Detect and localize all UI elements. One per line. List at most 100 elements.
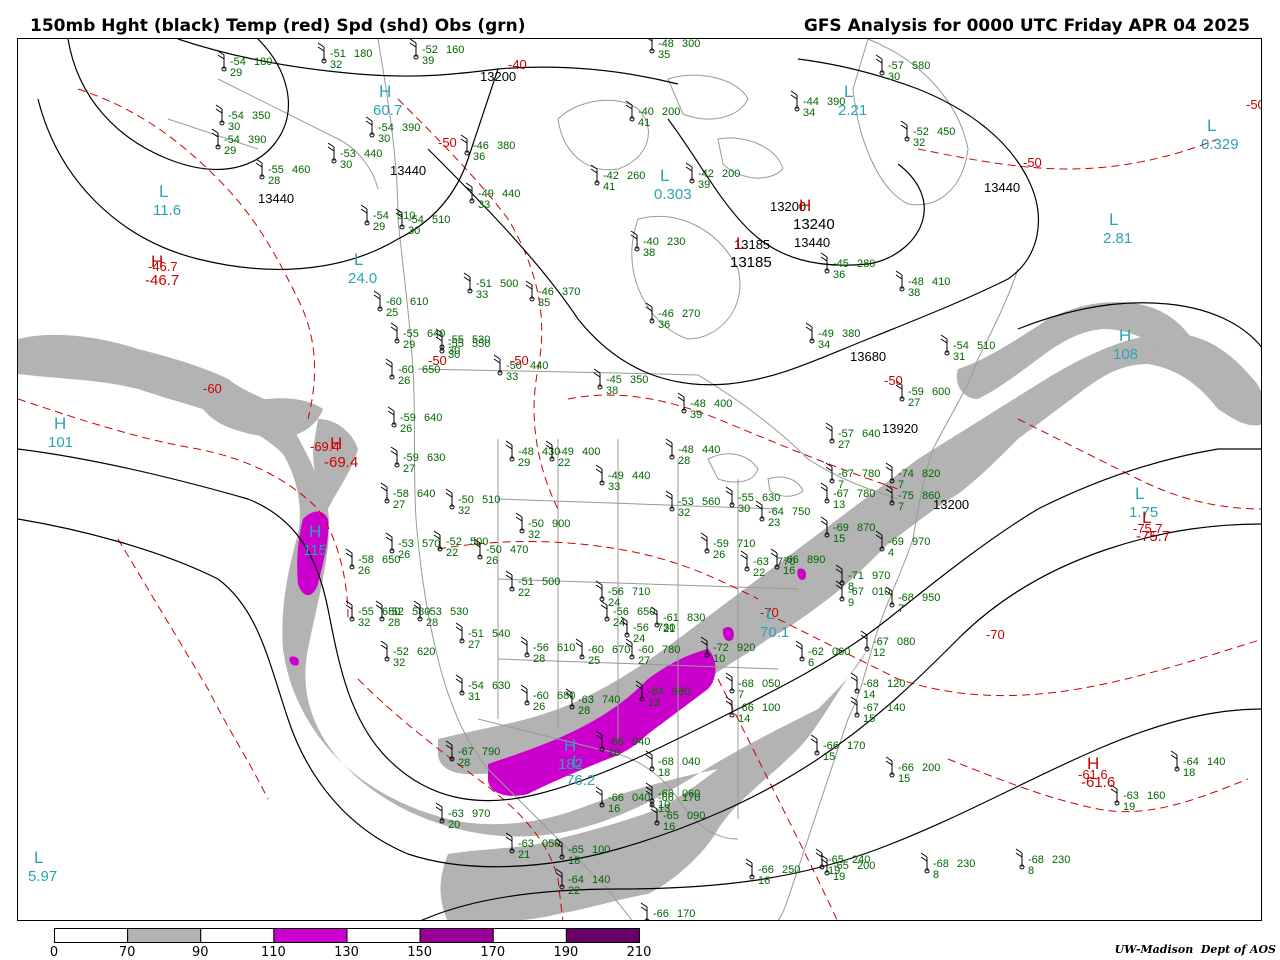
wind-barb-flag [373, 290, 381, 296]
wind-barb-flag [595, 584, 603, 590]
station-plot: -64 75023 [755, 500, 810, 529]
obs-dewpoint: 26 [486, 555, 498, 567]
obs-height: 370 [562, 286, 580, 298]
obs-height: 540 [492, 628, 510, 640]
obs-height: 820 [922, 468, 940, 480]
center-type-label: L [736, 234, 745, 253]
obs-height: 160 [446, 44, 464, 56]
obs-height: 830 [687, 612, 705, 624]
center-value-label: 108 [1113, 346, 1138, 363]
wind-barb-flag [645, 754, 653, 760]
obs-dewpoint: 15 [898, 773, 910, 785]
center-type-label: H [309, 522, 321, 541]
wind-barb-flag [885, 760, 893, 766]
obs-height: 040 [632, 792, 650, 804]
temperature-contour-label: -40 [508, 57, 527, 72]
obs-height: 710 [737, 538, 755, 550]
low-center: L5.97 [28, 848, 57, 885]
center-value-label: 2.81 [1103, 230, 1132, 247]
greenland [852, 39, 969, 206]
high-center: H60.7 [373, 82, 402, 119]
station-plot: -66 20015 [885, 756, 940, 785]
wind-barb-flag [493, 354, 501, 360]
obs-dewpoint: 7 [898, 501, 904, 513]
wind-barb-flag [545, 440, 553, 446]
wind-barb-flag [895, 274, 903, 280]
station-plot: -62 0606 [795, 640, 850, 669]
obs-dewpoint: 35 [658, 49, 670, 61]
wind-barb-flag [520, 636, 528, 642]
station-plot: -51 50033 [463, 272, 518, 301]
wind-barb-flag [435, 806, 443, 812]
colorbar-cell [127, 928, 202, 943]
station-plot: -6617020 [640, 902, 695, 920]
obs-dewpoint: 30 [340, 159, 352, 171]
obs-dewpoint: 30 [408, 225, 420, 237]
obs-dewpoint: 6 [808, 657, 814, 669]
obs-height: 630 [427, 452, 445, 464]
obs-height: 170 [677, 908, 695, 920]
obs-dewpoint: 29 [403, 339, 415, 351]
obs-height: 440 [530, 360, 548, 372]
obs-dewpoint: 36 [658, 319, 670, 331]
center-type-label: L [159, 182, 168, 201]
obs-dewpoint: 41 [603, 181, 615, 193]
obs-height: 200 [662, 106, 680, 118]
station-plot: -40 23038 [630, 230, 685, 259]
center-type-label: H [151, 252, 163, 271]
wind-barb-flag [700, 532, 708, 538]
wind-barb-flag [600, 600, 608, 606]
obs-dewpoint: 38 [606, 385, 618, 397]
station-plot: -55 64029 [390, 322, 445, 351]
obs-height: 300 [682, 39, 700, 50]
wind-barb-flag [215, 104, 223, 110]
wind-barb-flag [375, 600, 383, 606]
wind-barb-flag [465, 182, 473, 188]
obs-dewpoint: 33 [478, 199, 490, 211]
center-type-label: L [34, 848, 43, 867]
obs-height: 170 [847, 740, 865, 752]
wind-barb-flag [665, 442, 673, 448]
wind-barb-flag [850, 672, 858, 678]
wind-barb-flag [595, 790, 603, 796]
wind-barb-flag [725, 700, 733, 706]
wind-barb-flag [390, 326, 398, 332]
colorbar-tick-label: 130 [334, 945, 359, 960]
obs-dewpoint: 10 [713, 653, 725, 665]
obs-height: 410 [932, 276, 950, 288]
obs-dewpoint: 30 [448, 349, 460, 361]
center-value-label: -61.6 [1081, 774, 1115, 791]
center-type-label: L [572, 752, 581, 771]
wind-barb-flag [1015, 848, 1023, 854]
wind-barb-flag [820, 256, 828, 262]
obs-dewpoint: 26 [400, 423, 412, 435]
wind-barb-flag [820, 520, 828, 526]
temperature-contour-label: -50 [1023, 155, 1042, 170]
wind-barb-flag [645, 306, 653, 312]
obs-dewpoint: 32 [678, 507, 690, 519]
station-plot: -57 64027 [825, 422, 880, 451]
obs-dewpoint: 7 [898, 603, 904, 615]
speed-colorbar [54, 928, 641, 943]
wind-barb-flag [505, 570, 513, 576]
wind-barb-flag [575, 638, 583, 644]
obs-height: 650 [382, 554, 400, 566]
wind-barb-flag [600, 604, 608, 610]
center-type-label: L [1142, 508, 1151, 527]
colorbar-tick-label: 70 [118, 945, 136, 960]
obs-dewpoint: 32 [528, 529, 540, 541]
temperature-contour-label: -50 [1246, 97, 1262, 112]
wind-barb-flag [625, 638, 633, 644]
station-plot: -58 64027 [380, 482, 435, 511]
obs-height: 630 [492, 680, 510, 692]
wind-barb-flag [595, 468, 603, 474]
obs-height: 510 [482, 494, 500, 506]
center-value-label: 13240 [793, 216, 835, 233]
wind-barb-flag [445, 492, 453, 498]
wind-barb-flag [525, 280, 533, 286]
station-plot: -68 2308 [920, 852, 975, 881]
station-plot: -52 62032 [380, 640, 435, 669]
obs-height: 550 [472, 338, 490, 350]
obs-height: 200 [922, 762, 940, 774]
wind-barb-flag [575, 642, 583, 648]
